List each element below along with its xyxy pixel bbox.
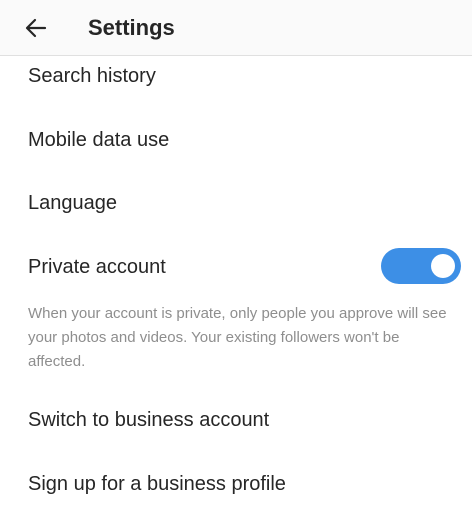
signup-business-profile-item[interactable]: Sign up for a business profile [28,471,286,497]
search-history-item[interactable]: Search history [28,63,156,89]
toggle-knob [431,254,455,278]
language-item[interactable]: Language [28,190,117,216]
private-account-label: Private account [28,256,166,278]
private-account-toggle[interactable] [381,248,461,284]
private-account-description: When your account is private, only peopl… [28,305,447,370]
settings-screen: Settings Search history Mobile data use … [0,0,472,519]
arrow-left-icon [25,18,47,38]
switch-business-account-item[interactable]: Switch to business account [28,407,269,433]
page-title: Settings [88,15,175,40]
back-button[interactable] [22,14,50,42]
top-app-bar: Settings [0,0,472,56]
mobile-data-use-item[interactable]: Mobile data use [28,127,169,153]
